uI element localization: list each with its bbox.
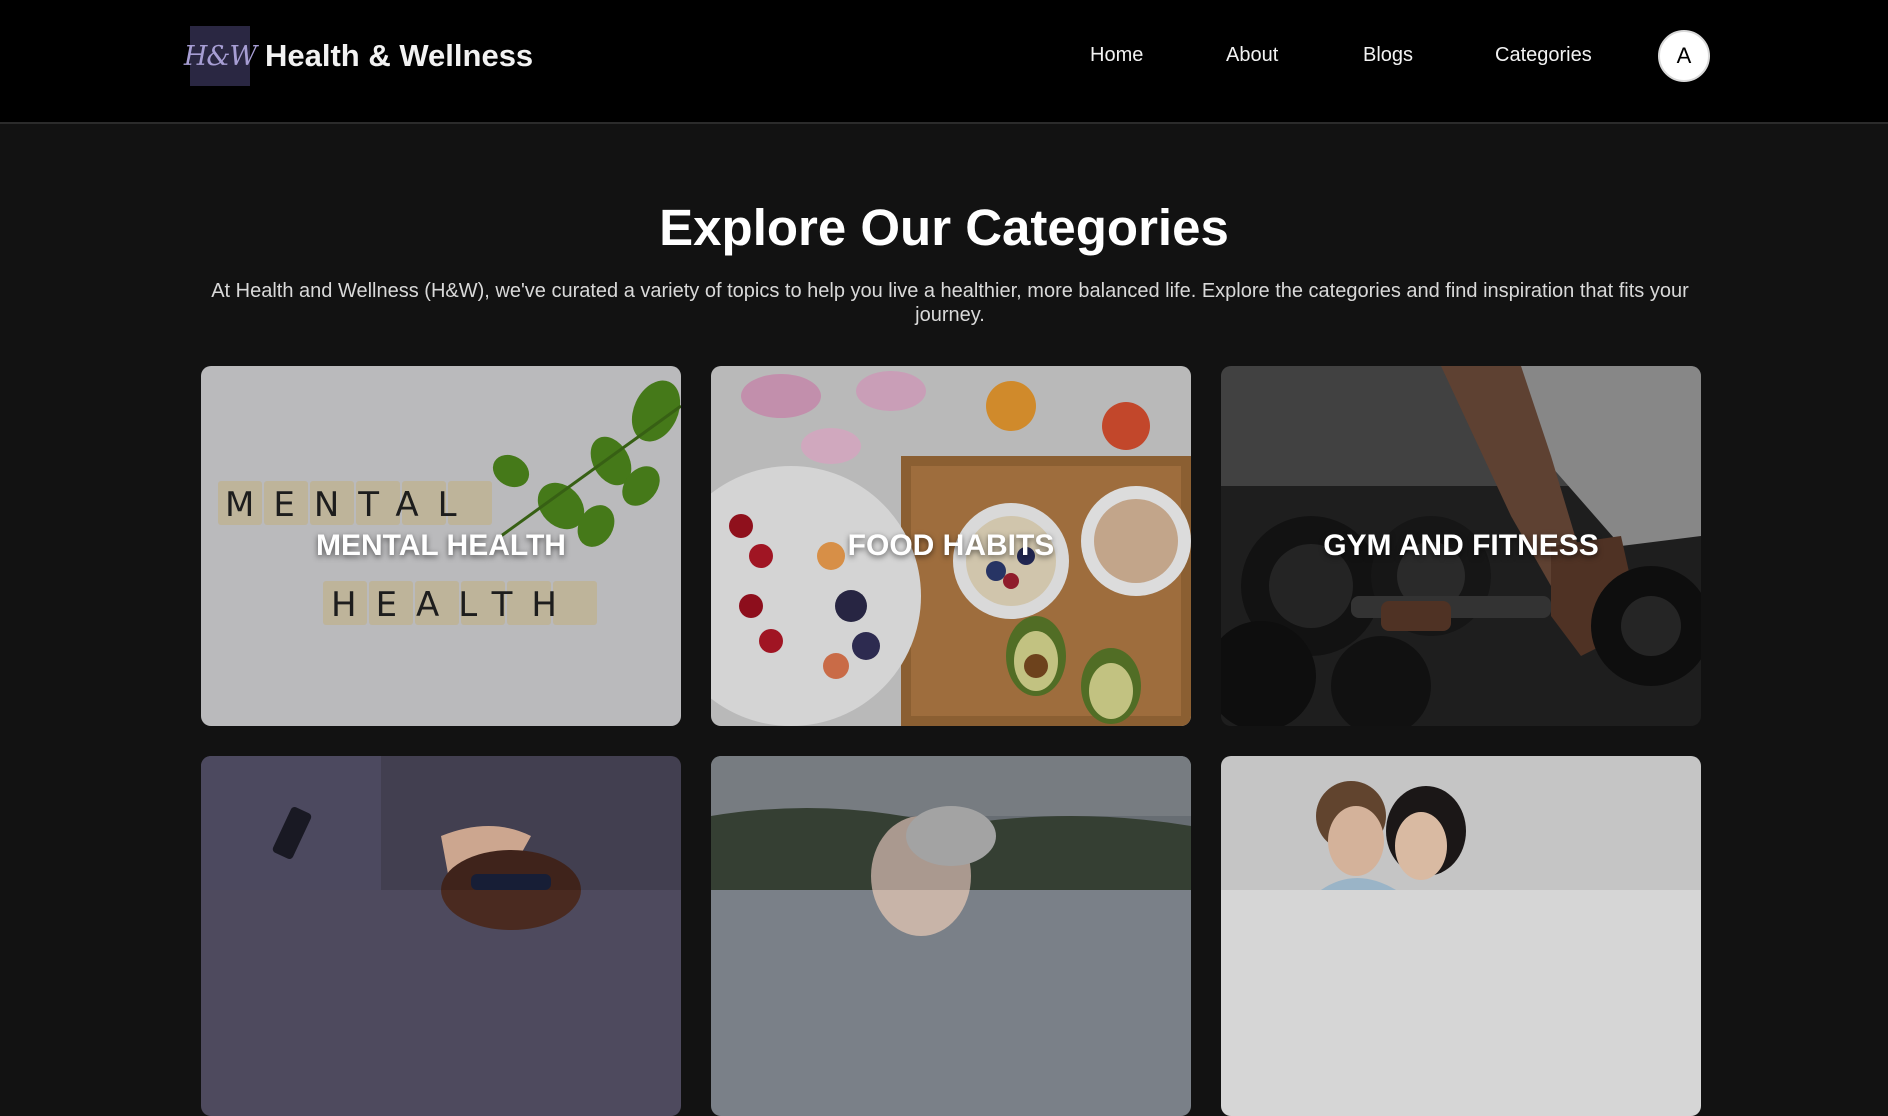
category-label xyxy=(711,756,1191,1116)
category-card-sleep[interactable] xyxy=(201,756,681,1116)
category-label: GYM AND FITNESS xyxy=(1323,529,1599,562)
site-logo[interactable]: H&W xyxy=(184,26,257,86)
category-card-aging[interactable] xyxy=(711,756,1191,1116)
category-card-relationships[interactable] xyxy=(1221,756,1701,1116)
logo-text: H&W xyxy=(183,40,257,72)
nav-home-link[interactable]: Home xyxy=(1090,44,1143,67)
nav-blogs-link[interactable]: Blogs xyxy=(1363,44,1413,67)
site-header: H&W Health & Wellness Home About Blogs C… xyxy=(0,0,1888,124)
category-card-mental-health[interactable]: MENTAL HEALTH MENTAL HEALTH xyxy=(201,366,681,726)
page-title: Explore Our Categories xyxy=(659,199,1229,256)
category-card-food-habits[interactable]: FOOD HABITS xyxy=(711,366,1191,726)
category-card-gym-and-fitness[interactable]: GYM AND FITNESS xyxy=(1221,366,1701,726)
category-label: FOOD HABITS xyxy=(847,529,1055,562)
page-intro: At Health and Wellness (H&W), we've cura… xyxy=(211,280,1689,326)
user-avatar-button[interactable]: A xyxy=(1658,30,1710,82)
brand-name[interactable]: Health & Wellness xyxy=(265,38,533,74)
category-label xyxy=(201,756,681,1116)
avatar-initial: A xyxy=(1676,43,1692,68)
nav-categories-link[interactable]: Categories xyxy=(1495,44,1592,67)
nav-about-link[interactable]: About xyxy=(1226,44,1278,67)
category-label: MENTAL HEALTH xyxy=(316,529,566,562)
category-label xyxy=(1221,756,1701,1116)
